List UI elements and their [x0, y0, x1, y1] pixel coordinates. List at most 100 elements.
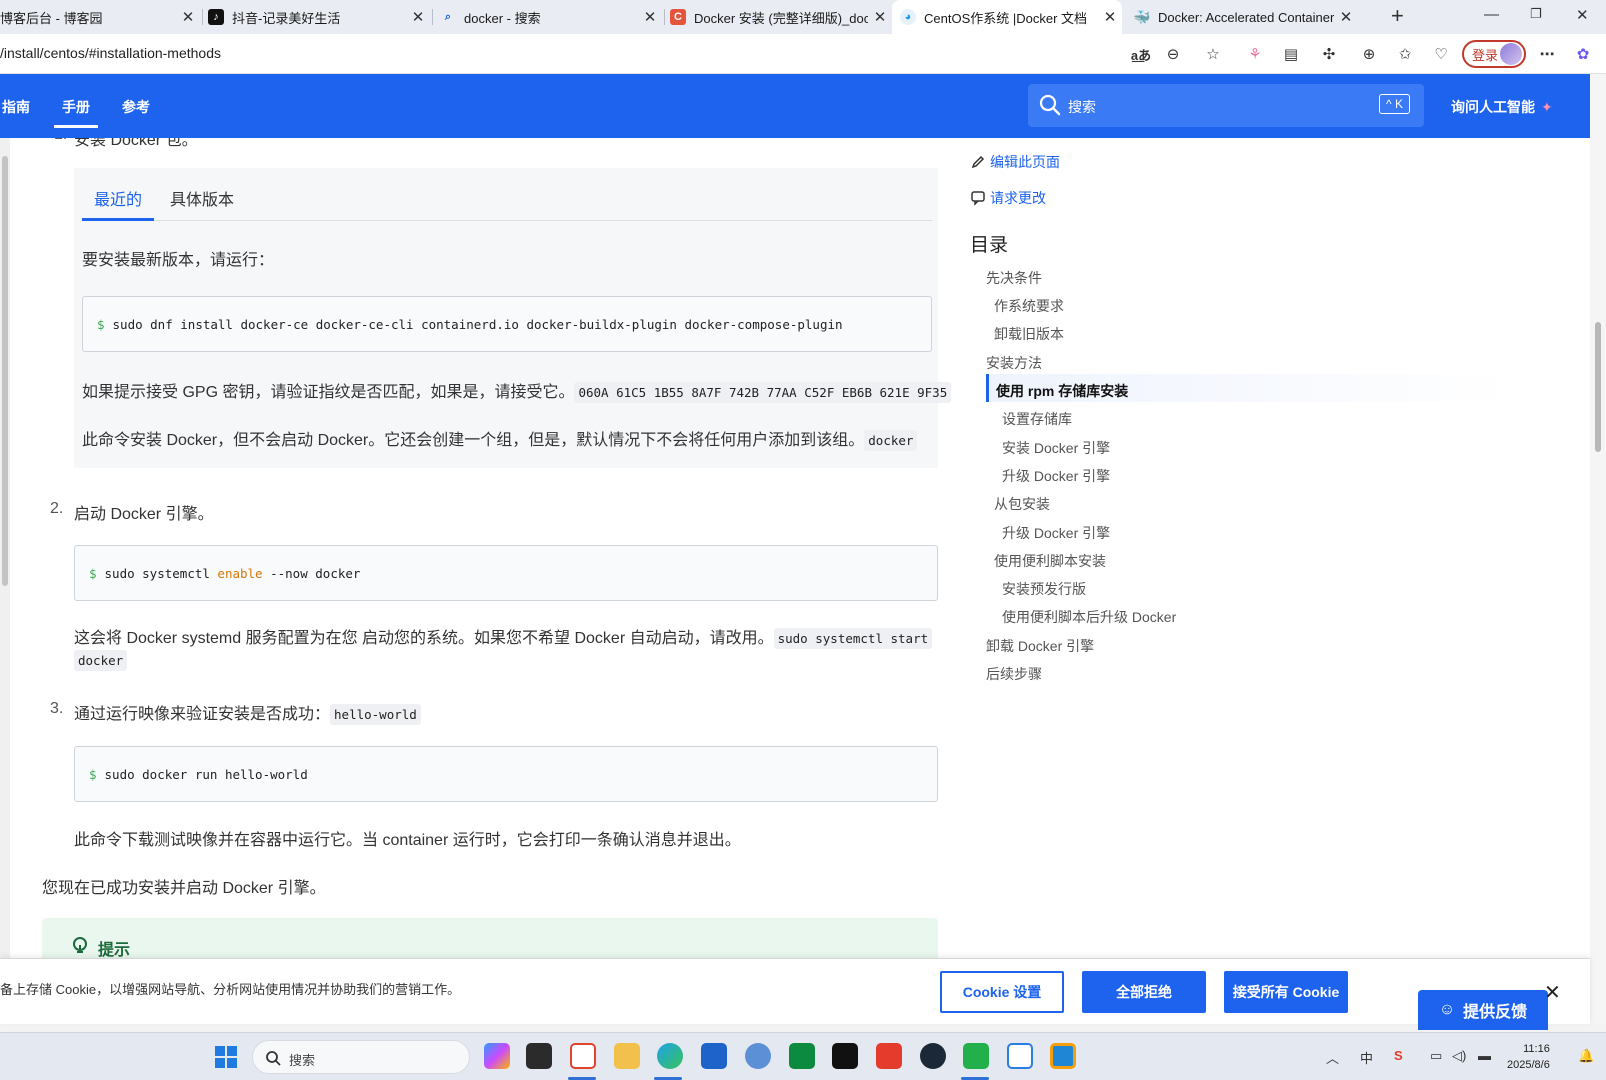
step1-text: 安装 Docker 包。	[74, 138, 198, 149]
toc-item[interactable]: 安装 Docker 引擎	[1002, 438, 1110, 458]
toc-item[interactable]: 升级 Docker 引擎	[1002, 523, 1110, 543]
minimize-icon[interactable]: —	[1484, 6, 1499, 23]
steam-icon[interactable]	[920, 1043, 946, 1069]
edit-page-link[interactable]: 编辑此页面	[990, 152, 1060, 172]
volume-icon[interactable]: ◁)	[1452, 1048, 1466, 1064]
nav-manuals[interactable]: 手册	[54, 97, 98, 128]
toc-item[interactable]: 安装预发行版	[1002, 579, 1086, 599]
ask-ai-button[interactable]: 询问人工智能 ✦	[1451, 97, 1553, 117]
toc-item[interactable]: 作系统要求	[994, 296, 1064, 316]
virtual-machine-icon[interactable]	[1050, 1043, 1076, 1069]
baidu-netdisk-icon[interactable]	[1007, 1043, 1033, 1069]
toc-item[interactable]: 设置存储库	[1002, 409, 1072, 429]
notification-bell-icon[interactable]: 🔔	[1578, 1048, 1594, 1064]
browser-essentials-icon[interactable]: ♡	[1430, 43, 1452, 65]
systemd-code-cont: docker	[74, 650, 128, 671]
close-icon[interactable]: ✕	[1334, 8, 1358, 26]
taskbar-search[interactable]: 搜索	[252, 1040, 470, 1074]
wechat-icon[interactable]	[963, 1043, 989, 1069]
task-view-icon[interactable]	[526, 1043, 552, 1069]
run-code-block[interactable]: $ sudo docker run hello-world	[74, 746, 938, 802]
split-screen-icon[interactable]: ⊕	[1358, 43, 1380, 65]
cookie-settings-button[interactable]: Cookie 设置	[940, 971, 1064, 1013]
toc-title: 目录	[970, 235, 1009, 256]
toc-item-current[interactable]: 使用 rpm 存储库安装	[996, 381, 1128, 401]
tab-title: docker - 搜索	[464, 10, 541, 26]
favorites-icon[interactable]: ✩	[1394, 43, 1416, 65]
install-code-block[interactable]: $ sudo dnf install docker-ce docker-ce-c…	[82, 296, 932, 352]
cookie-close-icon[interactable]: ✕	[1544, 980, 1561, 1005]
nav-guides[interactable]: 指南	[2, 97, 30, 117]
xbox-icon[interactable]	[789, 1043, 815, 1069]
prompt-symbol: $	[89, 565, 97, 581]
toc-item[interactable]: 从包安装	[994, 494, 1050, 514]
battery-icon[interactable]: ▬	[1478, 1048, 1491, 1063]
close-icon[interactable]: ✕	[638, 8, 662, 26]
systemd-text: 这会将 Docker systemd 服务配置为在您 启动您的系统。如果您不希望…	[74, 630, 774, 647]
copilot-app-icon[interactable]	[484, 1043, 510, 1069]
accept-all-cookies-button[interactable]: 接受所有 Cookie	[1224, 971, 1348, 1013]
ime-indicator[interactable]: 中	[1360, 1048, 1373, 1067]
network-icon[interactable]: ▭	[1430, 1048, 1442, 1064]
feedback-button[interactable]: ☺ 提供反馈	[1418, 990, 1548, 1030]
favorite-star-icon[interactable]: ☆	[1202, 43, 1224, 65]
browser-tab[interactable]: ⌕ docker - 搜索 ✕	[440, 0, 662, 34]
login-label: 登录	[1472, 47, 1499, 63]
more-menu-icon[interactable]: ⋯	[1536, 43, 1558, 65]
collections-icon[interactable]: ▤	[1280, 43, 1302, 65]
left-scrollbar[interactable]	[0, 138, 10, 958]
wps-tray-icon[interactable]: S	[1394, 1048, 1403, 1063]
url-text[interactable]: /install/centos/#installation-methods	[0, 45, 221, 61]
window-close-icon[interactable]: ✕	[1576, 6, 1589, 24]
step-number: 1.	[54, 138, 67, 144]
request-change-link[interactable]: 请求更改	[990, 188, 1046, 208]
copilot-icon[interactable]: ✿	[1572, 43, 1594, 65]
install-command: sudo dnf install docker-ce docker-ce-cli…	[112, 316, 843, 332]
browser-tab[interactable]: 博客后台 - 博客园 ✕	[0, 0, 200, 34]
edge-browser-icon[interactable]	[657, 1043, 683, 1069]
toc-item[interactable]: 先决条件	[986, 268, 1042, 288]
toc-item[interactable]: 使用便利脚本后升级 Docker	[1002, 607, 1176, 627]
restore-icon[interactable]: ❐	[1530, 6, 1542, 22]
toc-item[interactable]: 安装方法	[986, 353, 1042, 373]
browser-tab-active[interactable]: ◕ CentOS作系统 |Docker 文档 ✕	[892, 0, 1122, 34]
toc-item[interactable]: 卸载旧版本	[994, 324, 1064, 344]
wps-icon[interactable]	[876, 1043, 902, 1069]
enable-command-post: --now docker	[270, 565, 361, 581]
extensions-puzzle-icon[interactable]: ✣	[1318, 43, 1340, 65]
tab-specific-version[interactable]: 具体版本	[170, 186, 234, 210]
capcut-icon[interactable]	[832, 1043, 858, 1069]
browser-tab[interactable]: 🐳 Docker: Accelerated Container Ap ✕	[1128, 0, 1358, 34]
reject-all-button[interactable]: 全部拒绝	[1082, 971, 1206, 1013]
snipping-tool-icon[interactable]	[570, 1043, 596, 1069]
reading-view-icon[interactable]: ⊖	[1162, 43, 1184, 65]
search-box[interactable]: 搜索 ^ K	[1028, 84, 1424, 127]
group-paragraph: 此命令安装 Docker，但不会启动 Docker。它还会创建一个组，但是，默认…	[82, 426, 918, 451]
close-icon[interactable]: ✕	[1098, 8, 1122, 26]
tray-overflow-icon[interactable]: ︿	[1326, 1048, 1339, 1067]
page-scrollbar[interactable]	[1590, 74, 1606, 1024]
system-clock[interactable]: 11:16 2025/8/6	[1507, 1041, 1550, 1073]
settings-gear-icon[interactable]	[745, 1043, 771, 1069]
translate-icon[interactable]: a͟あ	[1130, 43, 1152, 65]
store-icon[interactable]	[701, 1043, 727, 1069]
step-number: 2.	[50, 500, 64, 517]
close-icon[interactable]: ✕	[406, 8, 430, 26]
enable-code-block[interactable]: $ sudo systemctl enable --now docker	[74, 545, 938, 601]
login-button[interactable]: 登录	[1462, 40, 1526, 68]
windows-start-icon[interactable]	[214, 1045, 238, 1069]
browser-tab[interactable]: C Docker 安装 (完整详细版)_docker ✕	[670, 0, 892, 34]
group-text: 此命令安装 Docker，但不会启动 Docker。它还会创建一个组，但是，默认…	[82, 432, 865, 449]
nav-reference[interactable]: 参考	[122, 97, 150, 117]
extension-icon[interactable]: ⚘	[1244, 43, 1266, 65]
toc-item[interactable]: 后续步骤	[986, 664, 1042, 684]
file-explorer-icon[interactable]	[614, 1043, 640, 1069]
browser-tab[interactable]: ♪ 抖音-记录美好生活 ✕	[206, 0, 430, 34]
toc-item[interactable]: 使用便利脚本安装	[994, 551, 1106, 571]
toc-item[interactable]: 升级 Docker 引擎	[1002, 466, 1110, 486]
close-icon[interactable]: ✕	[868, 8, 892, 26]
toc-item[interactable]: 卸载 Docker 引擎	[986, 636, 1094, 656]
new-tab-icon[interactable]: +	[1391, 3, 1404, 29]
tab-latest[interactable]: 最近的	[94, 186, 142, 210]
close-icon[interactable]: ✕	[176, 8, 200, 26]
